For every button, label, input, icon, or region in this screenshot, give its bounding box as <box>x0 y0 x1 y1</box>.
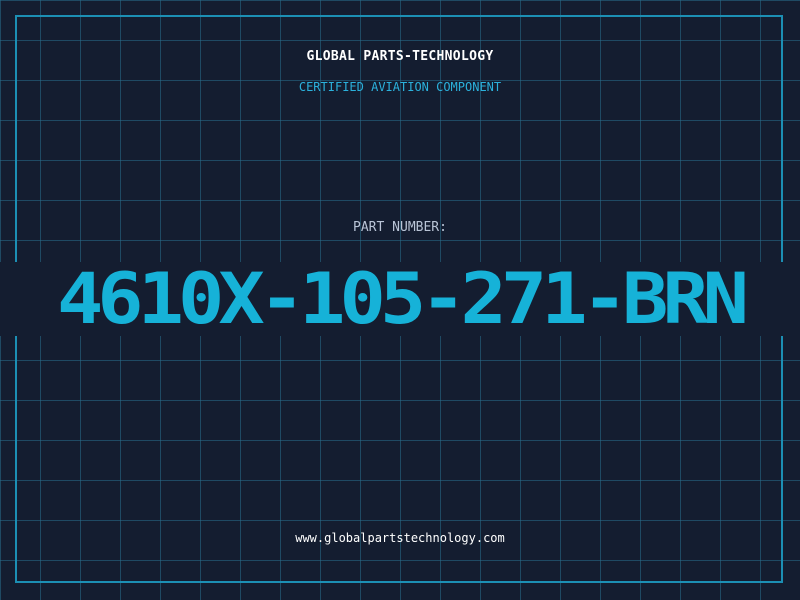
brand-name: GLOBAL PARTS-TECHNOLOGY <box>306 49 494 64</box>
certification-tagline: CERTIFIED AVIATION COMPONENT <box>298 80 502 94</box>
part-card: GLOBAL PARTS-TECHNOLOGY CERTIFIED AVIATI… <box>0 0 800 600</box>
part-number-label: PART NUMBER: <box>353 220 447 235</box>
website-url: www.globalpartstechnology.com <box>295 531 505 545</box>
part-number-value: 4610X-105-271-BRN <box>56 258 749 341</box>
